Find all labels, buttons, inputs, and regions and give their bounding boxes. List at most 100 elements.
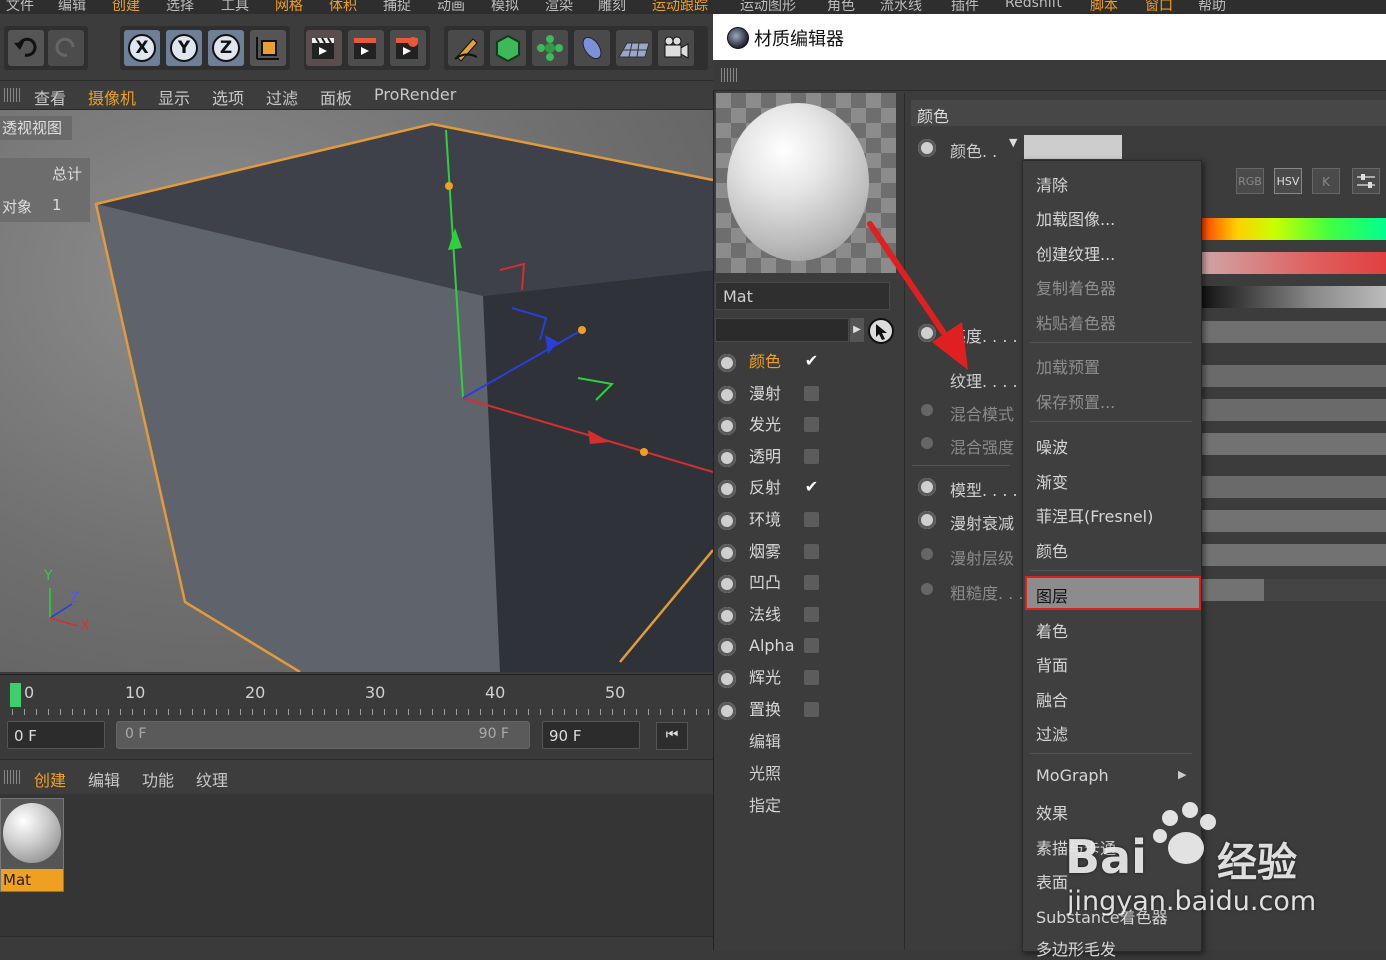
perspective-viewport[interactable]: Y Z X (0, 110, 713, 672)
model-animate-radio[interactable] (918, 478, 936, 496)
menu-item-load-preset[interactable]: 加载预置 (1036, 354, 1100, 378)
menu-volume[interactable]: 体积 (329, 0, 357, 14)
menu-item-colorizer[interactable]: 着色 (1036, 618, 1068, 642)
color-animate-radio[interactable] (918, 139, 936, 157)
blend-strength-radio[interactable] (921, 437, 933, 449)
hue-slider[interactable] (1200, 218, 1386, 240)
menu-item-backface[interactable]: 背面 (1036, 652, 1068, 676)
matmenu-function[interactable]: 功能 (142, 767, 174, 791)
menu-sculpt[interactable]: 雕刻 (598, 0, 626, 14)
material-editor-titlebar[interactable]: 材质编辑器 (713, 14, 1386, 60)
matmenu-edit[interactable]: 编辑 (88, 767, 120, 791)
menu-item-clear[interactable]: 清除 (1036, 172, 1068, 196)
channel-row[interactable]: 置换 (716, 696, 846, 724)
diffuse-falloff-slider[interactable] (1200, 510, 1386, 532)
subdivision-button[interactable] (532, 30, 568, 66)
menu-item-color[interactable]: 颜色 (1036, 538, 1068, 562)
coordinate-system-button[interactable] (250, 30, 286, 66)
undo-button[interactable] (8, 30, 44, 66)
matmenu-create[interactable]: 创建 (34, 767, 66, 791)
roughness-slider[interactable] (1200, 579, 1264, 601)
x-axis-scale-dot[interactable] (640, 448, 648, 456)
menu-character[interactable]: 角色 (827, 0, 855, 14)
blend-mode-radio[interactable] (921, 404, 933, 416)
channel-animate-radio[interactable] (718, 386, 736, 404)
channel-animate-radio[interactable] (718, 480, 736, 498)
menu-window[interactable]: 窗口 (1145, 0, 1173, 14)
rgb-mode-button[interactable]: RGB (1236, 168, 1264, 194)
channel-row[interactable]: 环境 (716, 506, 846, 534)
channel-checkbox[interactable] (804, 449, 819, 464)
menu-render[interactable]: 渲染 (545, 0, 573, 14)
channel-row[interactable]: Alpha (716, 632, 846, 660)
goto-start-button[interactable]: ⏮ (656, 722, 688, 750)
panel-grip-icon[interactable] (4, 88, 20, 102)
channel-animate-radio[interactable] (718, 417, 736, 435)
menu-item-save-preset[interactable]: 保存预置... (1036, 389, 1115, 413)
y-axis-scale-dot[interactable] (445, 182, 453, 190)
material-thumbnail[interactable]: Mat (0, 798, 64, 892)
brightness-slider[interactable] (1200, 321, 1386, 343)
frame-range-slider[interactable]: 0 F 90 F (116, 721, 530, 749)
channel-checkbox[interactable]: ✔ (804, 479, 819, 495)
playhead[interactable] (10, 683, 21, 707)
channel-row[interactable]: 烟雾 (716, 538, 846, 566)
channel-checkbox[interactable]: ✔ (804, 353, 819, 369)
render-picture-viewer-button[interactable] (348, 30, 384, 66)
blend-strength-slider[interactable] (1200, 433, 1386, 455)
channel-animate-radio[interactable] (718, 512, 736, 530)
menu-item-mograph[interactable]: MoGraph (1036, 766, 1109, 785)
channel-animate-radio[interactable] (718, 607, 736, 625)
viewport-menu-panel[interactable]: 面板 (320, 85, 352, 109)
menu-item-paste-shader[interactable]: 粘贴着色器 (1036, 310, 1116, 334)
channel-row[interactable]: 凹凸 (716, 569, 846, 597)
channel-animate-radio[interactable] (718, 638, 736, 656)
kelvin-mode-button[interactable]: K (1312, 168, 1340, 194)
panel-grip-icon[interactable] (721, 68, 737, 82)
redo-button[interactable] (48, 30, 84, 66)
viewport-menu-filter[interactable]: 过滤 (266, 85, 298, 109)
channel-animate-radio[interactable] (718, 354, 736, 372)
menu-create[interactable]: 创建 (112, 0, 140, 14)
menu-mograph[interactable]: 运动图形 (740, 0, 796, 14)
channel-animate-radio[interactable] (718, 544, 736, 562)
viewport-menu-display[interactable]: 显示 (158, 85, 190, 109)
texture-field[interactable] (1200, 365, 1386, 387)
channel-row[interactable]: 法线 (716, 601, 846, 629)
menu-item-fresnel[interactable]: 菲涅耳(Fresnel) (1036, 503, 1153, 527)
pen-tool-button[interactable] (448, 30, 484, 66)
channel-checkbox[interactable] (804, 544, 819, 559)
menu-simulate[interactable]: 模拟 (491, 0, 519, 14)
menu-item-gradient[interactable]: 渐变 (1036, 469, 1068, 493)
color-dropdown-arrow-icon[interactable]: ▼ (1009, 136, 1017, 149)
menu-tools[interactable]: 工具 (221, 0, 249, 14)
diffuse-level-slider[interactable] (1200, 544, 1386, 566)
channel-animate-radio[interactable] (718, 702, 736, 720)
menu-item-copy-shader[interactable]: 复制着色器 (1036, 275, 1116, 299)
panel-grip-icon[interactable] (4, 770, 20, 784)
channel-row[interactable]: 辉光 (716, 664, 846, 692)
menu-plugins[interactable]: 插件 (951, 0, 979, 14)
channel-checkbox[interactable] (804, 638, 819, 653)
value-slider[interactable] (1200, 286, 1386, 308)
render-settings-button[interactable] (390, 30, 426, 66)
model-field[interactable] (1200, 476, 1386, 498)
menu-pipeline[interactable]: 流水线 (880, 0, 922, 14)
y-axis-lock-button[interactable]: Y (166, 30, 202, 66)
channel-filter-field[interactable] (715, 318, 849, 342)
cube-button[interactable] (490, 30, 526, 66)
menu-help[interactable]: 帮助 (1198, 0, 1226, 14)
menu-item-create-texture[interactable]: 创建纹理... (1036, 241, 1115, 265)
color-swatch[interactable] (1024, 135, 1122, 159)
z-axis-scale-dot[interactable] (578, 326, 586, 334)
channel-checkbox[interactable] (804, 512, 819, 527)
channel-extra-assignment[interactable]: 指定 (749, 792, 781, 816)
deformer-button[interactable] (574, 30, 610, 66)
channel-row[interactable]: 反射 ✔ (716, 474, 846, 502)
floor-button[interactable] (616, 30, 652, 66)
z-axis-lock-button[interactable]: Z (208, 30, 244, 66)
blend-mode-field[interactable] (1200, 399, 1386, 421)
matmenu-texture[interactable]: 纹理 (196, 767, 228, 791)
timeline-ruler[interactable]: 0 10 20 30 40 50 (0, 674, 713, 717)
menu-item-fusion[interactable]: 融合 (1036, 687, 1068, 711)
